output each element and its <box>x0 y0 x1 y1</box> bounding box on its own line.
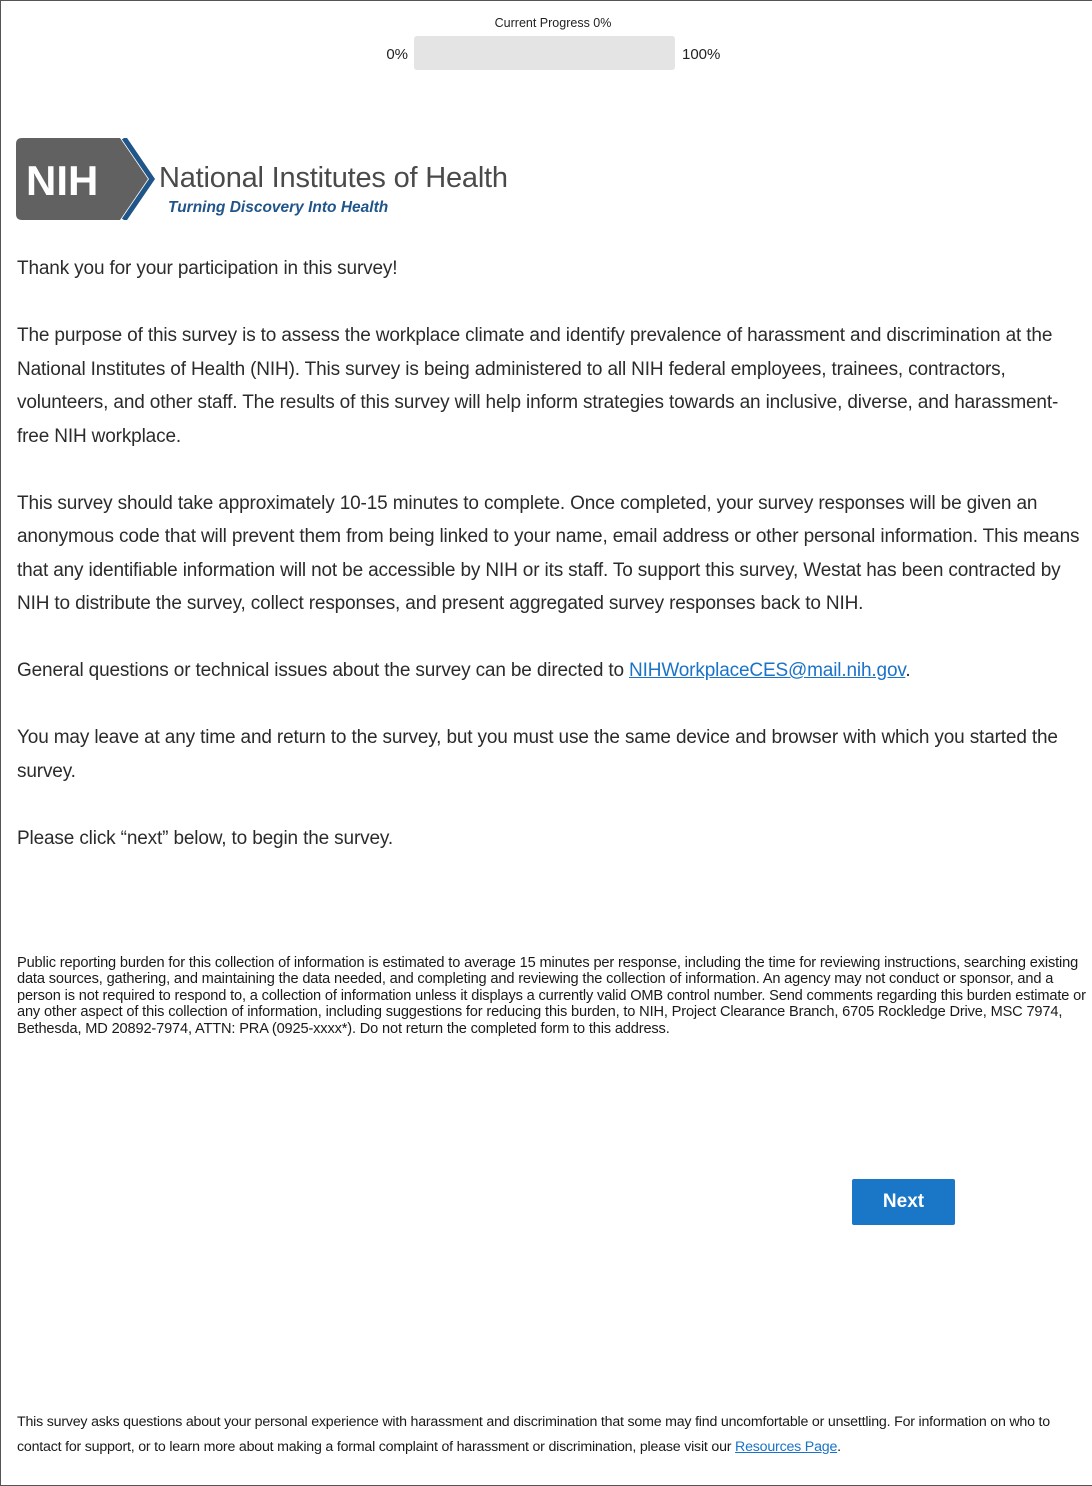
burden-statement: Public reporting burden for this collect… <box>17 955 1086 1037</box>
next-button[interactable]: Next <box>852 1179 955 1225</box>
resources-page-link[interactable]: Resources Page <box>735 1439 837 1455</box>
progress-max-label: 100% <box>682 46 721 63</box>
questions-text: General questions or technical issues ab… <box>17 654 1089 688</box>
leave-text: You may leave at any time and return to … <box>17 727 1058 782</box>
thanks-text: Thank you for your participation in this… <box>17 258 398 279</box>
questions-suffix: . <box>905 660 911 681</box>
footer-text: This survey asks questions about your pe… <box>17 1414 1050 1455</box>
logo-name: National Institutes of Health <box>159 162 508 194</box>
progress-min-label: 0% <box>386 46 408 63</box>
progress-title: Current Progress 0% <box>494 16 612 30</box>
nih-logo: NIH National Institutes of Health Turnin… <box>16 138 576 222</box>
logo-tagline: Turning Discovery Into Health <box>168 199 389 216</box>
footer-notice: This survey asks questions about your pe… <box>17 1410 1092 1460</box>
contact-email-link[interactable]: NIHWorkplaceCES@mail.nih.gov <box>629 660 905 681</box>
footer-suffix: . <box>837 1439 841 1455</box>
nih-logo-badge-icon: NIH <box>16 138 156 220</box>
nih-badge-text: NIH <box>26 157 98 204</box>
progress-bar <box>414 36 675 70</box>
begin-text: Please click “next” below, to begin the … <box>17 827 393 849</box>
purpose-text: The purpose of this survey is to assess … <box>17 325 1059 447</box>
intro-content: Thank you for your participation in this… <box>17 252 1089 889</box>
questions-prefix: General questions or technical issues ab… <box>17 660 630 681</box>
duration-text: This survey should take approximately 10… <box>17 492 1080 615</box>
